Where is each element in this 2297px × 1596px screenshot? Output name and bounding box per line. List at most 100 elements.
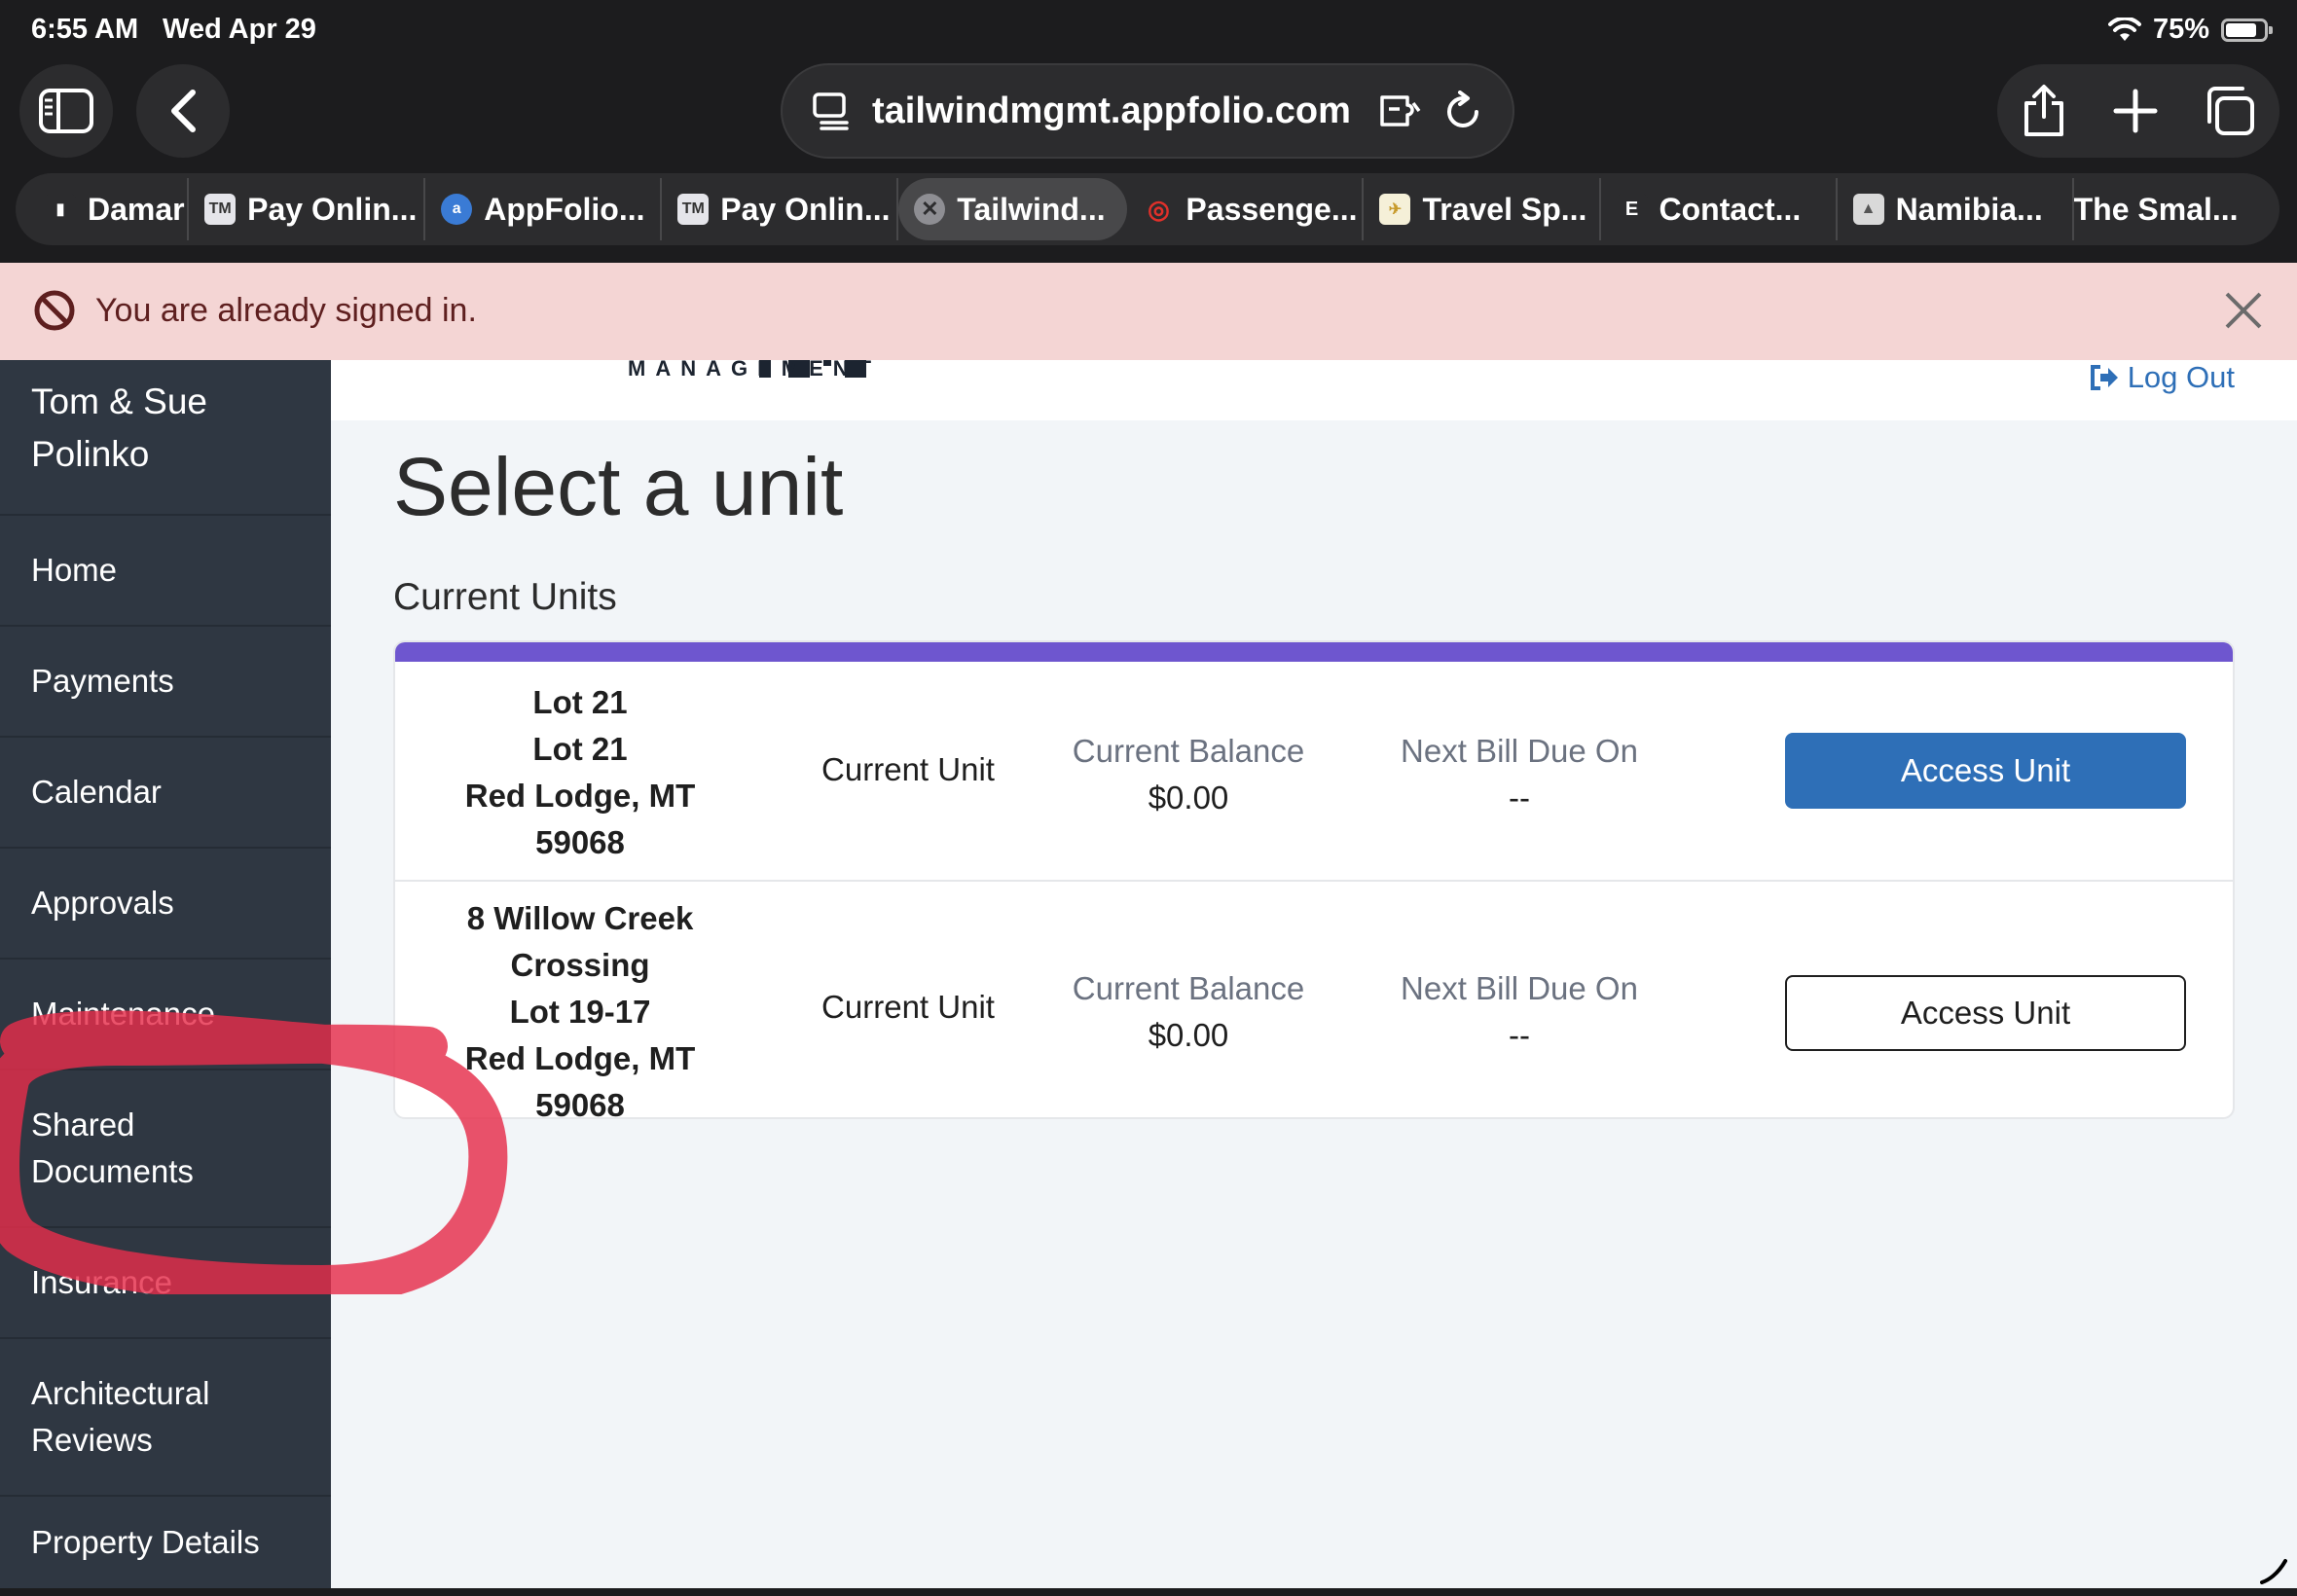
tab-label: Pay Onlin... [247,191,418,227]
share-icon[interactable] [2021,84,2067,138]
sidebar-item-label: Property Details [31,1524,260,1560]
due-label: Next Bill Due On [1401,970,1638,1006]
balance-label: Current Balance [1072,733,1305,769]
toolbar-actions [1997,64,2279,158]
address-line: Lot 19-17 [509,994,651,1030]
sidebar-item-approvals[interactable]: Approvals [0,847,331,958]
tab-appfolio[interactable]: a AppFolio... [425,178,663,240]
status-indicators: 75% [2107,14,2273,46]
sidebar-item-label: Shared Documents [31,1106,194,1189]
sidebar-item-label: Calendar [31,774,162,810]
due-value: -- [1509,1017,1530,1053]
address-line: 8 Willow Creek [466,900,694,936]
tab-label: Contact... [1659,191,1802,227]
tab-contact[interactable]: E Contact... [1601,178,1838,240]
tab-label: Damar [88,191,185,227]
access-unit-button[interactable]: Access Unit [1785,733,2186,809]
unit-row: Lot 21 Lot 21 Red Lodge, MT 59068 Curren… [395,662,2233,882]
status-time: 6:55 AM [31,14,139,45]
sidebar-item-label: Insurance [31,1264,172,1300]
tab-label: Pay Onlin... [720,191,891,227]
address-line: 59068 [535,1087,625,1119]
tab-label: Passenge... [1185,191,1358,227]
damar-favicon: ▮ [45,194,76,225]
status-bar: 6:55 AM Wed Apr 29 75% [0,0,2297,60]
balance-label: Current Balance [1072,970,1305,1006]
close-icon[interactable] [2223,290,2264,331]
tab-the-small[interactable]: The Smal... [2074,178,2266,240]
balance-value: $0.00 [1148,780,1229,816]
sidebar-item-property-details[interactable]: Property Details [0,1495,331,1588]
prohibited-icon [34,290,75,331]
sidebar-item-label: Home [31,552,118,588]
logout-link[interactable]: Log Out [2089,360,2235,395]
address-line: Crossing [510,947,650,983]
sidebar-item-label: Architectural Reviews [31,1375,210,1458]
sidebar-item-payments[interactable]: Payments [0,625,331,736]
sidebar-item-home[interactable]: Home [0,514,331,625]
units-card: Lot 21 Lot 21 Red Lodge, MT 59068 Curren… [393,640,2235,1119]
address-bar[interactable]: tailwindmgmt.appfolio.com [781,63,1514,159]
chevron-left-icon [171,90,196,132]
close-tab-icon[interactable]: ✕ [914,194,946,225]
resize-corner-icon [2260,1559,2287,1584]
sidebar-item-label: Approvals [31,885,174,921]
tab-travel[interactable]: ✈ Travel Sp... [1364,178,1601,240]
tm-favicon: TM [204,194,237,225]
balance-value: $0.00 [1148,1017,1229,1053]
tab-pay-online-2[interactable]: TM Pay Onlin... [662,178,899,240]
page-title: Select a unit [393,441,844,532]
logout-icon [2090,365,2118,390]
plus-icon[interactable] [2113,89,2158,133]
unit-row: 8 Willow Creek Crossing Lot 19-17 Red Lo… [395,882,2233,1119]
unit-status: Current Unit [821,989,995,1025]
sidebar-item-insurance[interactable]: Insurance [0,1226,331,1337]
signed-in-banner: You are already signed in. [0,263,2297,360]
extension-icon[interactable] [1376,91,1423,130]
address-line: Lot 21 [532,684,628,720]
sidebar-item-shared-documents[interactable]: Shared Documents [0,1069,331,1226]
balance-block: Current Balance $0.00 [1067,965,1310,1059]
tab-label: Tailwind... [957,191,1106,227]
tab-passenger[interactable]: ◎ Passenge... [1127,178,1365,240]
tab-label: Travel Sp... [1422,191,1587,227]
tm-favicon: TM [677,194,710,225]
sidebar-item-architectural-reviews[interactable]: Architectural Reviews [0,1337,331,1495]
unit-status: Current Unit [821,751,995,787]
browser-toolbar: tailwindmgmt.appfolio.com [0,60,2297,173]
tab-tailwind[interactable]: ✕ Tailwind... [898,178,1128,240]
tab-label: Namibia... [1895,191,2043,227]
section-title: Current Units [393,576,617,618]
tab-namibia[interactable]: ▲ Namibia... [1838,178,2074,240]
balance-block: Current Balance $0.00 [1067,728,1310,821]
site-header: MANAGEMENT Log Out [331,356,2297,420]
tab-damar[interactable]: ▮ Damar [29,178,190,240]
address-line: Lot 21 [532,731,628,767]
sidebar-item-maintenance[interactable]: Maintenance [0,958,331,1069]
appfolio-favicon: a [441,194,473,225]
web-page: Tom & Sue Polinko Home Payments Calendar… [0,356,2297,1588]
tab-pay-online-1[interactable]: TM Pay Onlin... [189,178,426,240]
due-block: Next Bill Due On -- [1378,728,1660,821]
sidebar-item-calendar[interactable]: Calendar [0,736,331,847]
tab-label: AppFolio... [484,191,645,227]
access-unit-button[interactable]: Access Unit [1785,975,2186,1051]
sidebar-item-label: Maintenance [31,996,215,1032]
page-menu-icon [813,92,849,130]
sidebar-icon [39,89,93,133]
logout-label: Log Out [2127,360,2235,394]
battery-icon [2221,18,2273,42]
tabs-overview-icon[interactable] [2204,85,2256,137]
due-value: -- [1509,780,1530,816]
back-button[interactable] [136,64,230,158]
address-line: Red Lodge, MT [464,1040,696,1076]
banner-message: You are already signed in. [95,292,477,329]
e-favicon: E [1616,194,1648,225]
battery-percent: 75% [2152,14,2209,45]
namibia-favicon: ▲ [1852,194,1884,225]
sidebar-toggle-button[interactable] [19,64,113,158]
sidebar: Tom & Sue Polinko Home Payments Calendar… [0,360,331,1588]
reload-icon[interactable] [1444,91,1483,131]
url-text: tailwindmgmt.appfolio.com [872,90,1351,131]
owner-name: Tom & Sue Polinko [31,381,207,474]
